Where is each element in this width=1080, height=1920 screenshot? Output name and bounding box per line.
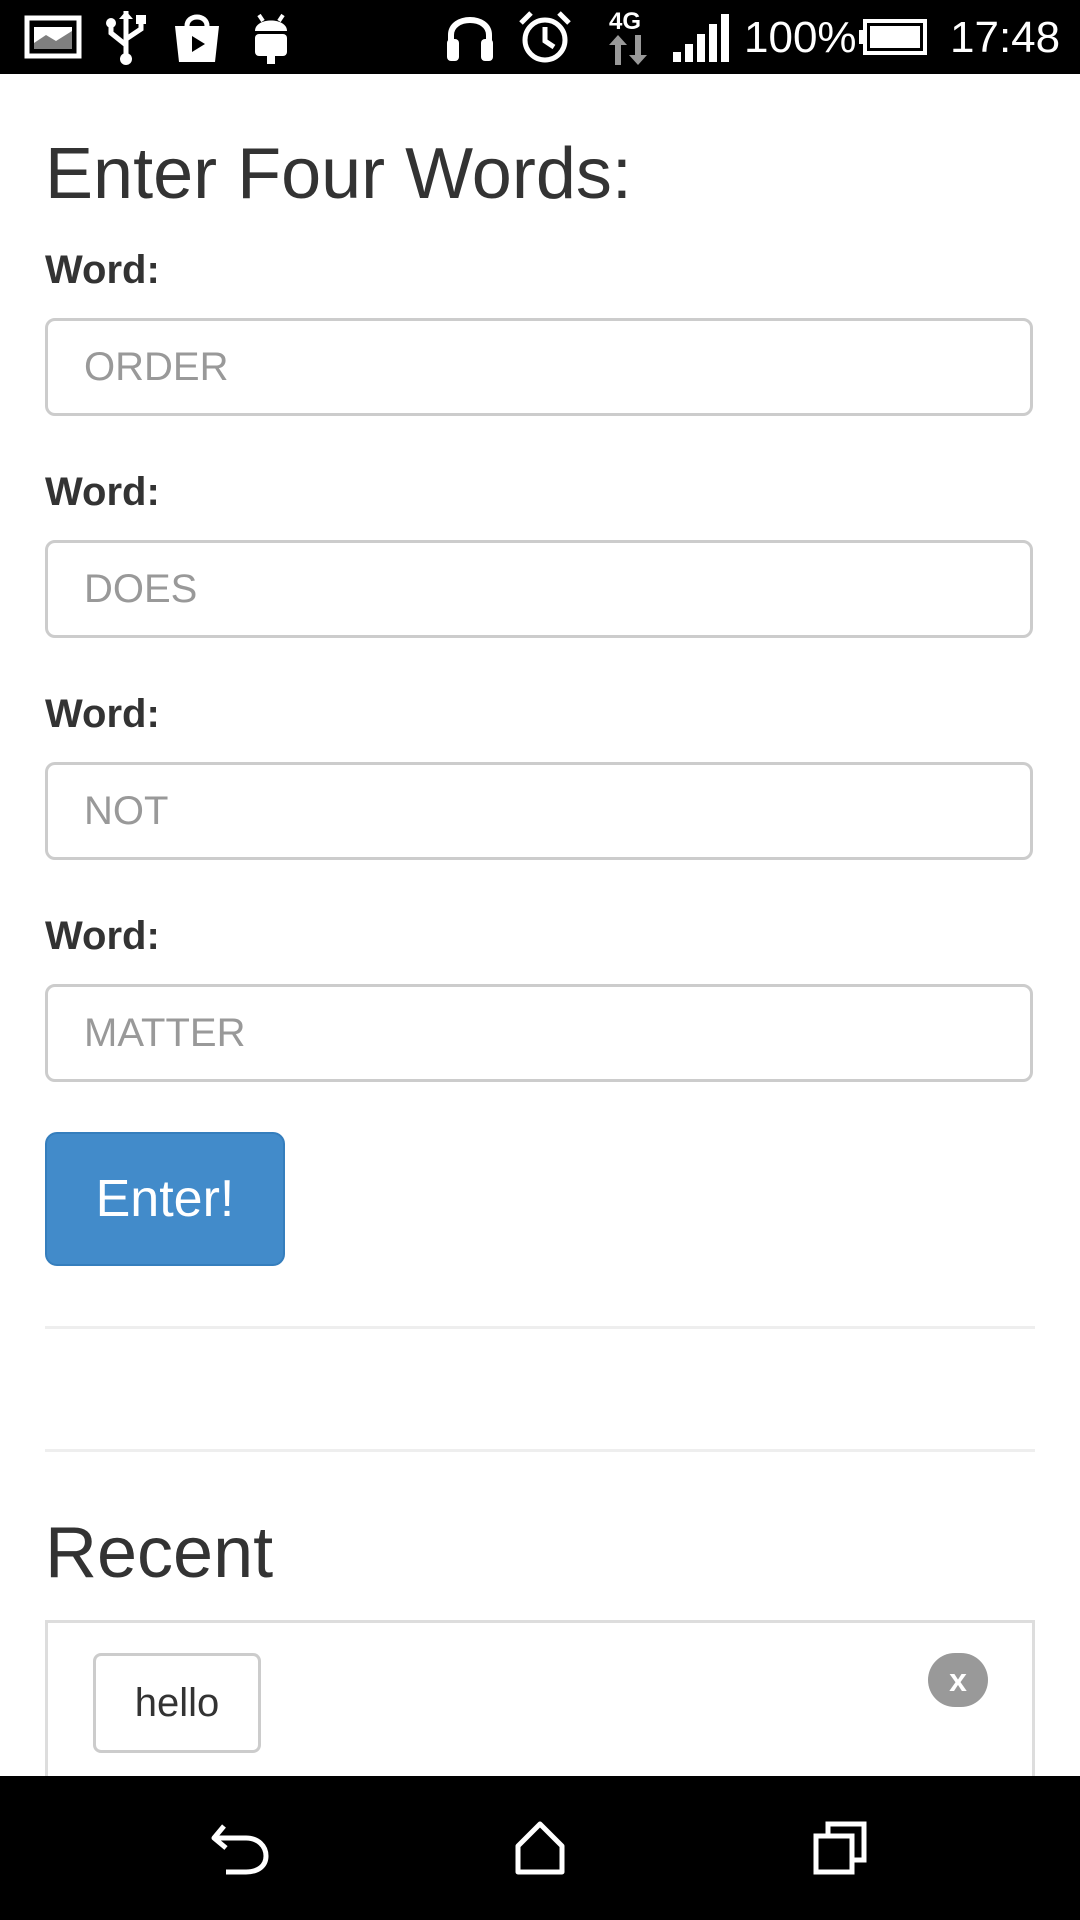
status-bar: 4G 100% 17:48 (0, 0, 1080, 74)
recents-icon[interactable] (800, 1808, 880, 1888)
usb-icon (100, 10, 152, 65)
word-2-input[interactable] (45, 540, 1033, 638)
signal-icon (670, 10, 730, 64)
word-2-label: Word: (45, 470, 160, 514)
word-3-input[interactable] (45, 762, 1033, 860)
word-4-label: Word: (45, 914, 160, 958)
battery-icon (858, 10, 928, 64)
network-4g-icon: 4G (600, 8, 650, 65)
home-icon[interactable] (500, 1808, 580, 1888)
gallery-icon (22, 10, 84, 64)
word-3-label: Word: (45, 692, 160, 736)
back-icon[interactable] (200, 1808, 280, 1888)
clock: 17:48 (950, 13, 1061, 62)
page-title: Enter Four Words: (45, 134, 632, 214)
navigation-bar (0, 1776, 1080, 1920)
divider (45, 1326, 1035, 1329)
svg-text:4G: 4G (609, 8, 641, 35)
recent-title: Recent (45, 1513, 274, 1593)
remove-word-button[interactable]: x (928, 1653, 988, 1707)
word-4-input[interactable] (45, 984, 1033, 1082)
divider (45, 1449, 1035, 1452)
android-icon (248, 10, 294, 64)
word-1-label: Word: (45, 248, 160, 292)
headset-icon (442, 10, 498, 64)
store-icon (168, 10, 226, 64)
recent-word-tag[interactable]: hello (93, 1653, 261, 1753)
word-1-input[interactable] (45, 318, 1033, 416)
recent-list: hello x (45, 1620, 1035, 1780)
enter-button[interactable]: Enter! (45, 1132, 285, 1266)
battery-percent: 100% (744, 13, 857, 62)
alarm-icon (516, 10, 574, 64)
